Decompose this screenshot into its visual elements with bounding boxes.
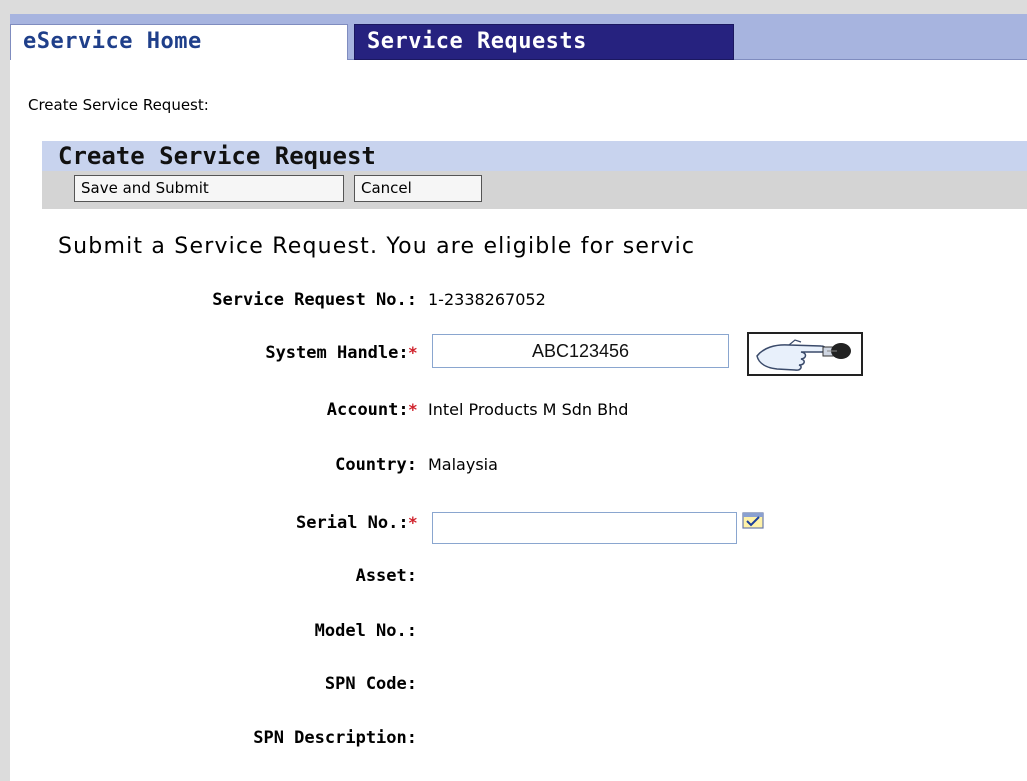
- row-model-no: Model No.:: [0, 615, 1027, 647]
- required-marker: *: [408, 513, 417, 532]
- panel-toolbar: Save and Submit Cancel: [42, 171, 1027, 209]
- save-and-submit-button[interactable]: Save and Submit: [74, 175, 344, 202]
- row-service-request-no: Service Request No.: 1-2338267052: [0, 284, 1027, 316]
- spn-code-label: SPN Code:: [324, 674, 417, 694]
- service-request-no-value: 1-2338267052: [428, 290, 546, 309]
- cancel-button[interactable]: Cancel: [354, 175, 482, 202]
- model-no-label: Model No.:: [314, 621, 417, 641]
- row-asset: Asset:: [0, 560, 1027, 592]
- pointing-hand-lightbulb-icon[interactable]: [747, 332, 863, 376]
- tab-bar: eService Home Service Requests: [10, 14, 1027, 60]
- required-marker: *: [408, 400, 417, 419]
- window-left-edge: [0, 0, 10, 781]
- account-label: Account:*: [326, 400, 417, 420]
- country-label: Country:: [335, 455, 417, 475]
- system-handle-input[interactable]: [432, 334, 729, 368]
- serial-no-label: Serial No.:*: [296, 513, 417, 533]
- country-value: Malaysia: [428, 455, 498, 474]
- required-marker: *: [408, 343, 417, 362]
- asset-label: Asset:: [355, 566, 417, 586]
- spn-description-label: SPN Description:: [253, 728, 417, 748]
- panel-header: Create Service Request: [42, 141, 1027, 171]
- picker-icon[interactable]: [742, 511, 764, 529]
- window-top-strip: [0, 0, 1027, 14]
- serial-no-input[interactable]: [432, 512, 737, 544]
- page-title: Create Service Request: [58, 142, 376, 170]
- intro-text: Submit a Service Request. You are eligib…: [58, 234, 696, 259]
- breadcrumb: Create Service Request:: [28, 96, 209, 114]
- hand-icon-graphic: [756, 339, 851, 371]
- row-country: Country: Malaysia: [0, 449, 1027, 481]
- tab-eservice-home[interactable]: eService Home: [10, 24, 348, 60]
- tab-service-requests[interactable]: Service Requests: [354, 24, 734, 60]
- account-value: Intel Products M Sdn Bhd: [428, 400, 629, 419]
- system-handle-label: System Handle:*: [265, 343, 417, 363]
- row-account: Account:* Intel Products M Sdn Bhd: [0, 394, 1027, 426]
- service-request-no-label: Service Request No.:: [212, 290, 417, 310]
- row-spn-code: SPN Code:: [0, 668, 1027, 700]
- row-spn-description: SPN Description:: [0, 722, 1027, 754]
